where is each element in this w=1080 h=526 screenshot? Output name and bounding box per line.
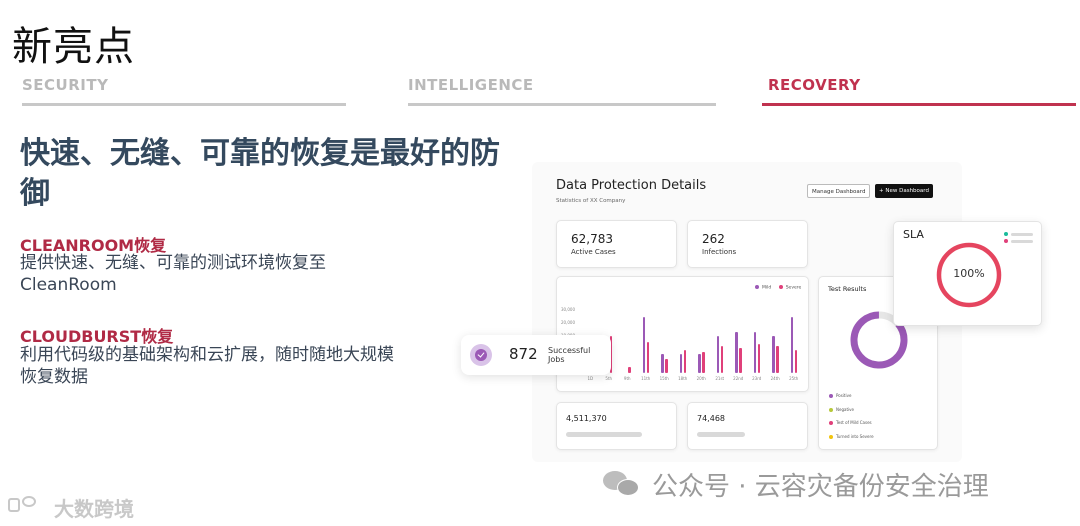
dashboard-subtitle: Statistics of XX Company <box>556 198 626 204</box>
y-tick-20000: 20,000 <box>561 320 575 325</box>
active-cases-label: Active Cases <box>571 248 616 256</box>
x-tick-label: 11th <box>641 376 651 381</box>
legend-mild-label: Mild <box>762 285 772 291</box>
bar-mild-9 <box>753 331 757 373</box>
tab-security-underline <box>22 103 346 106</box>
x-tick-label: 24th <box>770 376 780 381</box>
legend-severe-dot <box>778 285 783 289</box>
bottom-value-2: 74,468 <box>697 414 725 423</box>
tab-recovery-underline <box>762 103 1076 106</box>
bar-mild-11 <box>790 317 794 373</box>
x-tick-label: 21st <box>715 376 725 381</box>
infections-label: Infections <box>702 248 737 256</box>
mild-cases-dot <box>829 421 833 425</box>
bar-x-axis: 1D 5th 9th 11th 15th 18th 20th 21st 22nd 23rd 24th… <box>581 376 803 384</box>
dashboard-title: Data Protection Details <box>556 178 707 193</box>
infections-card: 262 Infections <box>687 220 808 268</box>
x-tick-label: 23rd <box>752 376 762 381</box>
bar-severe-2 <box>628 366 631 373</box>
placeholder-bar <box>697 432 745 437</box>
tab-security[interactable]: SECURITY <box>22 76 108 94</box>
x-tick-label: 15th <box>659 376 669 381</box>
legend-positive: Positive <box>829 389 874 403</box>
tab-intelligence-underline <box>408 103 716 106</box>
bar-chart-legend: Mild Severe <box>755 285 801 291</box>
logo-icon <box>8 494 50 516</box>
x-tick-label: 18th <box>678 376 688 381</box>
page-title: 新亮点 <box>12 24 135 70</box>
check-circle-icon <box>470 344 492 366</box>
negative-label: Negative <box>836 406 854 412</box>
bar-severe-9 <box>757 344 761 373</box>
turned-severe-label: Turned into Severe <box>836 433 874 439</box>
x-tick-label: 22nd <box>733 376 744 381</box>
placeholder-bar <box>566 432 642 437</box>
bar-severe-3 <box>646 342 650 373</box>
x-tick-label: 20th <box>696 376 706 381</box>
sla-card: SLA 100% <box>893 221 1042 326</box>
feature-desc-cleanroom: 提供快速、无缝、可靠的测试环境恢复至CleanRoom <box>20 253 326 295</box>
bar-severe-5 <box>683 350 687 373</box>
jobs-label: Successful Jobs <box>548 346 591 364</box>
manage-dashboard-button[interactable]: Manage Dashboard <box>807 184 871 198</box>
legend-mild-cases: Test of Mild Cases <box>829 416 874 430</box>
new-dashboard-button[interactable]: + New Dashboard <box>875 184 933 198</box>
bottom-card-1: 4,511,370 <box>556 402 677 450</box>
positive-label: Positive <box>836 393 852 398</box>
y-tick-30000: 30,000 <box>561 307 575 312</box>
mild-cases-label: Test of Mild Cases <box>836 420 872 425</box>
bar-mild-4 <box>661 354 664 373</box>
bottom-card-2: 74,468 <box>687 402 808 450</box>
logo-text: 大数跨境 <box>54 497 134 521</box>
bar-mild-7 <box>716 335 720 373</box>
headline: 快速、无缝、可靠的恢复是最好的防御 <box>20 136 500 211</box>
bottom-value-1: 4,511,370 <box>566 414 607 423</box>
x-tick-label: 9th <box>623 376 631 381</box>
bar-severe-6 <box>702 352 705 373</box>
legend-mild-dot <box>755 285 759 289</box>
bar-mild-3 <box>642 317 646 373</box>
bar-mild-5 <box>679 354 683 373</box>
successful-jobs-card: 872 Successful Jobs <box>461 335 611 375</box>
bar-severe-11 <box>794 350 798 373</box>
watermark-text: 公众号 · 云容灾备份安全治理 <box>652 472 989 502</box>
legend-severe-label: Severe <box>785 285 802 291</box>
placeholder-bar <box>1011 239 1033 243</box>
placeholder-bar <box>1011 232 1033 236</box>
sla-title: SLA <box>903 228 924 241</box>
sla-legend <box>1004 232 1033 243</box>
test-results-legend: Positive Negative Test of Mild Cases Tur… <box>829 389 874 443</box>
bar-mild-10 <box>772 335 775 373</box>
sla-legend-dot-teal <box>1004 232 1008 236</box>
tab-recovery[interactable]: RECOVERY <box>768 76 861 94</box>
active-cases-value: 62,783 <box>571 232 613 246</box>
x-tick-label: 5th <box>605 376 613 381</box>
x-tick-label: 25th <box>789 376 799 381</box>
negative-dot <box>829 407 833 412</box>
active-cases-card: 62,783 Active Cases <box>556 220 677 268</box>
sla-value: 100% <box>953 267 985 280</box>
test-results-title: Test Results <box>828 285 867 293</box>
sla-legend-dot-pink <box>1004 239 1008 243</box>
tab-intelligence[interactable]: INTELLIGENCE <box>408 76 534 94</box>
bar-mild-6 <box>698 354 701 373</box>
bar-severe-7 <box>720 346 724 373</box>
infections-value: 262 <box>702 232 725 246</box>
jobs-value: 872 <box>509 345 538 363</box>
bar-severe-10 <box>776 346 779 373</box>
legend-turned-severe: Turned into Severe <box>829 430 874 444</box>
bar-mild-8 <box>735 331 738 373</box>
feature-desc-cloudburst: 利用代码级的基础架构和云扩展，随时随地大规模恢复数据 <box>20 345 394 387</box>
positive-dot <box>829 394 833 398</box>
bar-severe-8 <box>739 348 742 373</box>
legend-negative: Negative <box>829 403 874 417</box>
wechat-icon <box>603 469 643 499</box>
bar-plot-area <box>581 311 803 373</box>
bar-severe-4 <box>665 358 668 373</box>
turned-severe-dot <box>829 434 833 439</box>
x-tick-label: 1D <box>587 376 594 381</box>
